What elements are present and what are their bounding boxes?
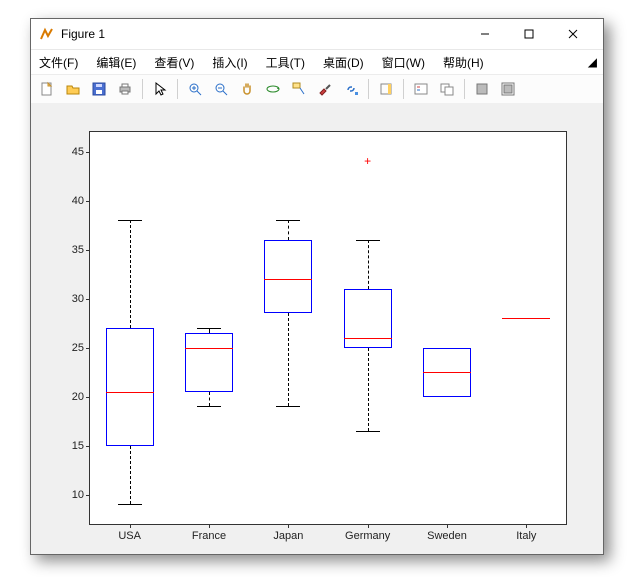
whisker-cap (276, 406, 300, 407)
link-plot-icon[interactable] (339, 77, 363, 101)
zoom-out-icon[interactable] (209, 77, 233, 101)
zoom-in-icon[interactable] (183, 77, 207, 101)
dock-menu-icon[interactable]: ◢ (588, 55, 597, 69)
whisker (130, 446, 131, 505)
figure-canvas[interactable]: 1015202530354045USAFranceJapanGermany+Sw… (31, 103, 603, 554)
menu-file[interactable]: 文件(F) (37, 52, 80, 73)
brush-icon[interactable] (313, 77, 337, 101)
box (185, 333, 233, 392)
hide-plot-tools-icon[interactable] (470, 77, 494, 101)
menu-view[interactable]: 查看(V) (152, 52, 196, 73)
toolbar-separator (142, 79, 143, 99)
menu-window[interactable]: 窗口(W) (380, 52, 427, 73)
median-line (106, 392, 154, 393)
minimize-button[interactable] (463, 20, 507, 48)
open-file-icon[interactable] (61, 77, 85, 101)
save-icon[interactable] (87, 77, 111, 101)
insert-legend-icon[interactable] (409, 77, 433, 101)
matlab-figure-icon (39, 26, 55, 42)
median-line (344, 338, 392, 339)
toolbar (31, 75, 603, 104)
menu-insert[interactable]: 插入(I) (210, 52, 249, 73)
toolbar-separator (403, 79, 404, 99)
whisker-cap (356, 240, 380, 241)
menu-desktop[interactable]: 桌面(D) (321, 52, 366, 73)
median-line (502, 318, 550, 319)
maximize-button[interactable] (507, 20, 551, 48)
insert-colorbar-icon[interactable] (374, 77, 398, 101)
close-button[interactable] (551, 20, 595, 48)
toolbar-separator (368, 79, 369, 99)
median-line (423, 372, 471, 373)
whisker-cap (356, 431, 380, 432)
median-line (185, 348, 233, 349)
whisker-cap (118, 504, 142, 505)
show-plot-tools-icon[interactable] (496, 77, 520, 101)
menu-tools[interactable]: 工具(T) (264, 52, 307, 73)
data-cursor-icon[interactable] (287, 77, 311, 101)
menu-edit[interactable]: 编辑(E) (94, 52, 138, 73)
window-title: Figure 1 (61, 27, 463, 41)
menu-bar: 文件(F) 编辑(E) 查看(V) 插入(I) 工具(T) 桌面(D) 窗口(W… (31, 50, 603, 75)
whisker (288, 220, 289, 240)
outlier-marker: + (364, 155, 371, 167)
whisker-cap (276, 220, 300, 221)
pan-icon[interactable] (235, 77, 259, 101)
whisker (288, 313, 289, 406)
whisker-cap (118, 220, 142, 221)
axes[interactable]: 1015202530354045USAFranceJapanGermany+Sw… (89, 131, 567, 525)
print-icon[interactable] (113, 77, 137, 101)
title-bar: Figure 1 (31, 19, 603, 50)
new-axes-icon[interactable] (435, 77, 459, 101)
whisker (209, 392, 210, 407)
pointer-icon[interactable] (148, 77, 172, 101)
new-file-icon[interactable] (35, 77, 59, 101)
whisker (368, 240, 369, 289)
figure-window: Figure 1 文件(F) 编辑(E) 查看(V) 插入(I) 工具(T) 桌… (30, 18, 604, 555)
box (264, 240, 312, 314)
whisker-cap (197, 406, 221, 407)
toolbar-separator (464, 79, 465, 99)
whisker-cap (197, 328, 221, 329)
whisker (368, 348, 369, 431)
whisker (130, 220, 131, 328)
menu-help[interactable]: 帮助(H) (441, 52, 486, 73)
median-line (264, 279, 312, 280)
toolbar-separator (177, 79, 178, 99)
box (106, 328, 154, 446)
rotate-3d-icon[interactable] (261, 77, 285, 101)
